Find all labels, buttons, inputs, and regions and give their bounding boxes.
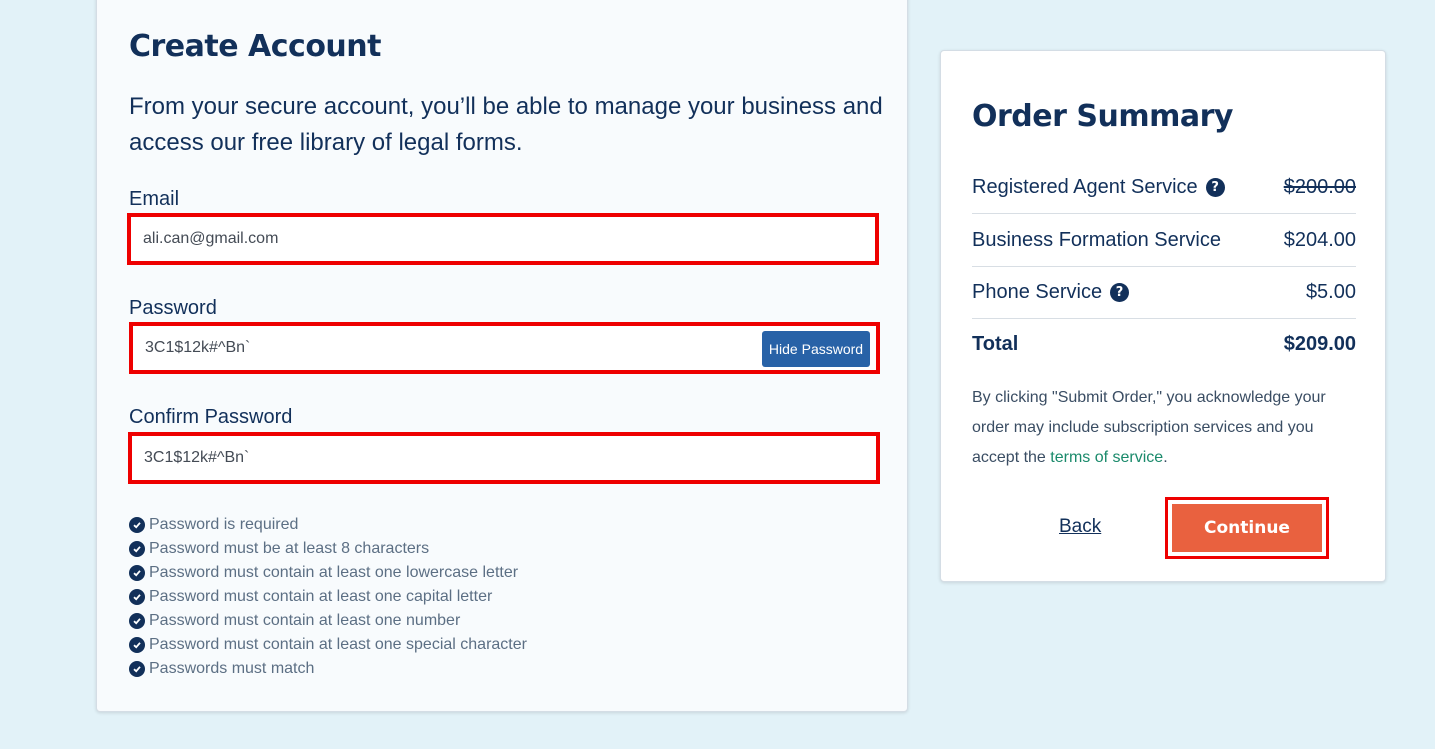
email-field[interactable] [139,225,867,253]
confirm-password-label: Confirm Password [129,406,293,428]
check-circle-icon [129,661,145,677]
check-circle-icon [129,541,145,557]
create-account-title: Create Account [129,29,381,64]
confirm-password-field-outline [128,432,880,484]
check-circle-icon [129,565,145,581]
password-label: Password [129,297,217,319]
check-circle-icon [129,637,145,653]
password-rule: Password must be at least 8 characters [129,537,527,561]
password-rule-text: Password is required [149,516,299,533]
check-circle-icon [129,589,145,605]
password-rule-text: Passwords must match [149,660,315,677]
password-rule: Password must contain at least one capit… [129,585,527,609]
confirm-password-field[interactable] [140,444,868,472]
question-circle-icon[interactable]: ? [1205,178,1225,197]
line-item-business-formation: Business Formation Service $204.00 [972,215,1356,267]
password-rules-list: Password is required Password must be at… [129,513,527,681]
order-summary-card: Order Summary Registered Agent Service ?… [940,50,1386,582]
email-label: Email [129,188,180,210]
line-item-name: Phone Service [972,281,1103,303]
continue-button[interactable]: Continue [1172,504,1322,552]
total-row: Total $209.00 [972,333,1356,356]
continue-button-outline: Continue [1165,497,1329,559]
password-rule-text: Password must contain at least one speci… [149,636,527,653]
order-disclaimer: By clicking "Submit Order," you acknowle… [972,383,1362,473]
password-rule: Password is required [129,513,527,537]
password-rule: Password must contain at least one lower… [129,561,527,585]
line-item-price: $200.00 [1283,176,1356,198]
question-circle-icon[interactable]: ? [1110,283,1130,302]
line-item-price: $5.00 [1305,281,1356,303]
check-circle-icon [129,517,145,533]
password-rule: Passwords must match [129,657,527,681]
password-rule-text: Password must be at least 8 characters [149,540,430,557]
password-rule: Password must contain at least one numbe… [129,609,527,633]
password-rule-text: Password must contain at least one lower… [149,564,519,581]
password-rule: Password must contain at least one speci… [129,633,527,657]
password-rule-text: Password must contain at least one capit… [149,588,493,605]
order-summary-title: Order Summary [972,99,1233,134]
terms-of-service-link[interactable]: terms of service [1050,449,1163,466]
line-item-name: Registered Agent Service [972,176,1198,198]
disclaimer-end: . [1163,449,1168,466]
password-rule-text: Password must contain at least one numbe… [149,612,461,629]
back-link[interactable]: Back [1059,516,1101,538]
total-label: Total [972,333,1019,355]
line-item-phone-service: Phone Service ? $5.00 [972,267,1356,319]
line-item-name: Business Formation Service [972,229,1221,251]
line-item-registered-agent: Registered Agent Service ? $200.00 [972,162,1356,214]
line-item-price: $204.00 [1283,229,1356,251]
total-value: $209.00 [1283,333,1356,355]
check-circle-icon [129,613,145,629]
email-field-outline [127,213,879,265]
password-field-outline: Hide Password [129,322,880,374]
hide-password-button[interactable]: Hide Password [762,331,870,367]
password-field[interactable] [141,334,756,362]
create-account-intro: From your secure account, you’ll be able… [129,93,883,156]
create-account-card: Create Account From your secure account,… [96,0,908,712]
